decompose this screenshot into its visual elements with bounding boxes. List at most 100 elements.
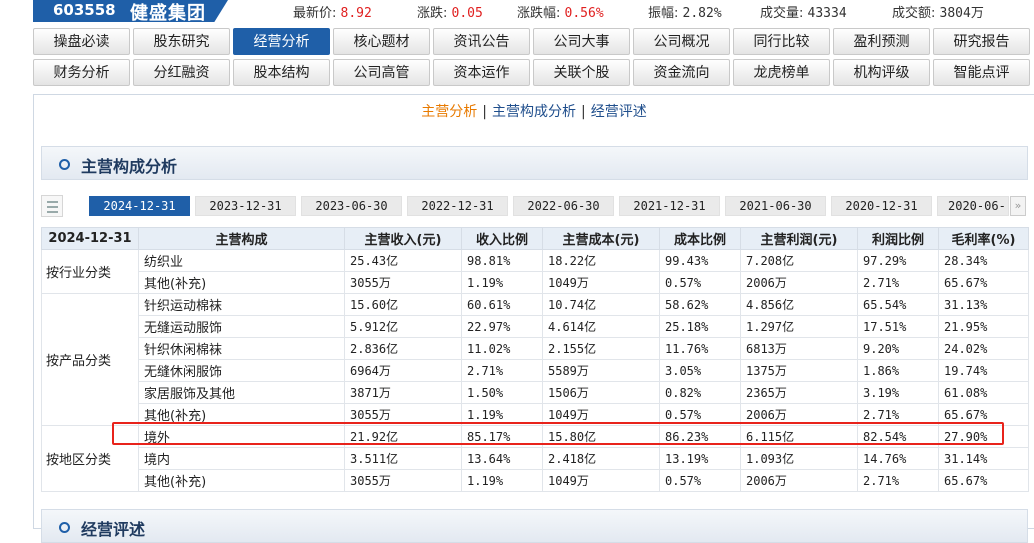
cell-value: 13.64% (461, 447, 543, 470)
cell-value: 18.22亿 (542, 249, 660, 272)
date-tab-2021-06-30[interactable]: 2021-06-30 (725, 196, 826, 216)
cell-value: 9.20% (857, 337, 939, 360)
col-header: 主营收入(元) (344, 227, 462, 250)
cell-value: 22.97% (461, 315, 543, 338)
date-tab-2020-06[interactable]: 2020-06- (937, 196, 1009, 216)
cell-value: 3.05% (659, 359, 741, 382)
cell-value: 14.76% (857, 447, 939, 470)
subtab-main-analysis[interactable]: 主营分析 (421, 104, 477, 120)
nav-longhu[interactable]: 龙虎榜单 (733, 59, 830, 86)
cell-value: 65.67% (938, 403, 1029, 426)
stock-code: 603558 (53, 1, 116, 19)
nav-guben[interactable]: 股本结构 (233, 59, 330, 86)
cell-value: 3871万 (344, 381, 462, 404)
date-tab-2024-12-31[interactable]: 2024-12-31 (89, 196, 190, 216)
date-tab-2022-06-30[interactable]: 2022-06-30 (513, 196, 614, 216)
cell-value: 0.82% (659, 381, 741, 404)
cell-value: 1.297亿 (740, 315, 858, 338)
composition-table: 2024-12-31 主营构成 主营收入(元) 收入比例 主营成本(元) 成本比… (41, 227, 1029, 492)
nav-dashi[interactable]: 公司大事 (533, 28, 630, 55)
nav-zijin[interactable]: 资金流向 (633, 59, 730, 86)
cell-value: 28.34% (938, 249, 1029, 272)
col-header: 主营利润(元) (740, 227, 858, 250)
subtab-composition[interactable]: 主营构成分析 (492, 104, 576, 120)
cell-value: 7.208亿 (740, 249, 858, 272)
nav-yingli[interactable]: 盈利预测 (833, 28, 930, 55)
nav-yanjiu[interactable]: 研究报告 (933, 28, 1030, 55)
nav-gaoguan[interactable]: 公司高管 (333, 59, 430, 86)
date-tab-2023-12-31[interactable]: 2023-12-31 (195, 196, 296, 216)
group-label: 按产品分类 (41, 293, 139, 426)
nav-row-2: 财务分析 分红融资 股本结构 公司高管 资本运作 关联个股 资金流向 龙虎榜单 … (33, 59, 1034, 86)
cell-value: 1.86% (857, 359, 939, 382)
cell-value: 13.19% (659, 447, 741, 470)
cell-value: 25.18% (659, 315, 741, 338)
cell-value: 2.836亿 (344, 337, 462, 360)
nav-caiwu[interactable]: 财务分析 (33, 59, 130, 86)
nav-zixun[interactable]: 资讯公告 (433, 28, 530, 55)
cell-value: 2.155亿 (542, 337, 660, 360)
cell-value: 1506万 (542, 381, 660, 404)
group-label: 按行业分类 (41, 249, 139, 294)
nav-gaikuang[interactable]: 公司概况 (633, 28, 730, 55)
cell-item-name: 其他(补充) (138, 271, 345, 294)
cell-value: 15.60亿 (344, 293, 462, 316)
chevron-right-double-icon[interactable]: » (1010, 196, 1026, 216)
cell-value: 97.29% (857, 249, 939, 272)
cell-value: 65.54% (857, 293, 939, 316)
cell-value: 6964万 (344, 359, 462, 382)
list-icon[interactable] (41, 195, 63, 217)
nav-ziben[interactable]: 资本运作 (433, 59, 530, 86)
cell-value: 1.19% (461, 271, 543, 294)
date-tab-2020-12-31[interactable]: 2020-12-31 (831, 196, 932, 216)
nav-hexin[interactable]: 核心题材 (333, 28, 430, 55)
col-header: 主营成本(元) (542, 227, 660, 250)
cell-value: 0.57% (659, 403, 741, 426)
col-header: 利润比例 (857, 227, 939, 250)
cell-item-name: 无缝运动服饰 (138, 315, 345, 338)
cell-value: 1.19% (461, 469, 543, 492)
table-row: 按行业分类 纺织业 25.43亿 98.81% 18.22亿 99.43% 7.208亿 97… (41, 249, 1029, 294)
cell-value: 4.856亿 (740, 293, 858, 316)
cell-item-name: 纺织业 (138, 249, 345, 272)
cell-item-name: 针织运动棉袜 (138, 293, 345, 316)
cell-value: 98.81% (461, 249, 543, 272)
table-row: 家居服饰及其他 3871万 1.50% 1506万 0.82% 2365万 3.19% 61.… (42, 381, 1029, 404)
nav-fenhong[interactable]: 分红融资 (133, 59, 230, 86)
stock-badge: 603558 健盛集团 (33, 0, 228, 22)
date-tab-2021-12-31[interactable]: 2021-12-31 (619, 196, 720, 216)
cell-value: 2.71% (857, 403, 939, 426)
content-panel: 主营分析 | 主营构成分析 | 经营评述 主营构成分析 2024-12-31 2023-… (33, 94, 1034, 543)
cell-value: 1049万 (542, 403, 660, 426)
cell-item-name: 家居服饰及其他 (138, 381, 345, 404)
cell-value: 21.95% (938, 315, 1029, 338)
cell-value: 61.08% (938, 381, 1029, 404)
stock-header: 603558 健盛集团 最新价: 8.92 涨跌: 0.05 涨跌幅: 0.56… (0, 0, 1034, 22)
nav-gudong[interactable]: 股东研究 (133, 28, 230, 55)
cell-value: 31.14% (938, 447, 1029, 470)
cell-value: 2.71% (461, 359, 543, 382)
section-header-composition: 主营构成分析 (41, 146, 1028, 180)
nav-zhineng[interactable]: 智能点评 (933, 59, 1030, 86)
cell-value: 17.51% (857, 315, 939, 338)
section-title-review: 经营评述 (81, 520, 146, 539)
cell-value: 6813万 (740, 337, 858, 360)
nav-row-1: 操盘必读 股东研究 经营分析 核心题材 资讯公告 公司大事 公司概况 同行比较 … (33, 28, 1034, 55)
cell-item-name: 其他(补充) (138, 403, 345, 426)
cell-value: 2006万 (740, 271, 858, 294)
nav-guanlian[interactable]: 关联个股 (533, 59, 630, 86)
quote-change-pct: 涨跌幅: 0.56% (517, 6, 604, 21)
nav-jingying[interactable]: 经营分析 (233, 28, 330, 55)
cell-value: 1049万 (542, 469, 660, 492)
col-header: 主营构成 (138, 227, 345, 250)
subtab-review[interactable]: 经营评述 (591, 104, 647, 120)
col-header: 毛利率(%) (938, 227, 1029, 250)
nav-tonghang[interactable]: 同行比较 (733, 28, 830, 55)
cell-value: 1.50% (461, 381, 543, 404)
nav-jigou[interactable]: 机构评级 (833, 59, 930, 86)
cell-value: 1049万 (542, 271, 660, 294)
nav-caopan[interactable]: 操盘必读 (33, 28, 130, 55)
date-tab-2022-12-31[interactable]: 2022-12-31 (407, 196, 508, 216)
date-tab-2023-06-30[interactable]: 2023-06-30 (301, 196, 402, 216)
quote-amplitude: 振幅: 2.82% (648, 6, 722, 21)
